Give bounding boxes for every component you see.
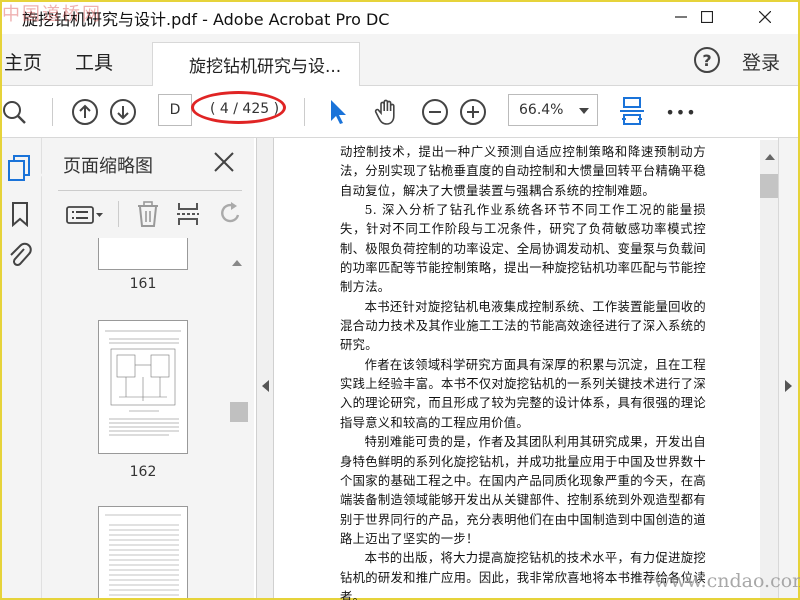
- extract-page-button[interactable]: [176, 201, 200, 231]
- close-panel-button[interactable]: [212, 150, 236, 174]
- fit-page-icon: [620, 97, 644, 125]
- highlight-ellipse: [191, 91, 286, 124]
- document-text: 动控制技术，提出一种广义预测自适应控制策略和降速预制动方法，分别实现了钻桅垂直度…: [340, 143, 706, 600]
- close-icon: [759, 11, 771, 23]
- select-tool-button[interactable]: [326, 98, 350, 126]
- paragraph: 动控制技术，提出一种广义预测自适应控制策略和降速预制动方法，分别实现了钻桅垂直度…: [340, 145, 706, 198]
- watermark-logo: 中国道桥网: [2, 4, 102, 25]
- panel-scrollbar-thumb[interactable]: [230, 402, 248, 422]
- page-number-input[interactable]: D: [158, 94, 192, 126]
- page-thumbnail[interactable]: [98, 506, 188, 598]
- pages-icon: [8, 155, 30, 181]
- thumbnail-toolbar: [58, 190, 242, 234]
- document-scrollbar-thumb[interactable]: [760, 174, 778, 198]
- delete-page-button[interactable]: [136, 201, 160, 231]
- list-options-icon: [66, 206, 103, 224]
- page-preview-image: [105, 514, 181, 596]
- help-icon: ?: [702, 50, 712, 70]
- paragraph: 5. 深入分析了钻孔作业系统各环节不同工作工况的能量损失，针对不同工作阶段与工况…: [340, 203, 706, 295]
- panel-splitter[interactable]: [256, 138, 274, 598]
- hand-tool-button[interactable]: [372, 98, 402, 126]
- page-thumbnail-label: 162: [129, 464, 157, 480]
- zoom-select[interactable]: 66.4%: [508, 94, 598, 126]
- page-thumbnail[interactable]: [98, 320, 188, 454]
- thumbnails-panel: 页面缩略图 161 162: [42, 138, 254, 598]
- paragraph: 本书还针对旋挖钻机电液集成控制系统、工作装置能量回收的混合动力技术及其作业施工工…: [340, 299, 706, 353]
- document-scrollbar[interactable]: [760, 140, 780, 598]
- toolbar-divider: [304, 98, 305, 126]
- zoom-out-icon: [422, 99, 448, 125]
- arrow-down-circle-icon: [110, 99, 136, 125]
- thumbnails-title: 页面缩略图: [63, 156, 153, 177]
- arrow-up-circle-icon: [72, 99, 98, 125]
- zoom-out-button[interactable]: [420, 98, 450, 126]
- scroll-up-icon: [765, 154, 775, 160]
- zoom-in-button[interactable]: [458, 98, 488, 126]
- menu-bar: 主页 工具 旋挖钻机研究与设... ? 登录: [2, 34, 798, 86]
- search-icon: [3, 101, 26, 124]
- maximize-button[interactable]: [684, 2, 730, 32]
- fit-page-button[interactable]: [616, 94, 648, 130]
- document-tab-label: 旋挖钻机研究与设...: [189, 57, 342, 77]
- page-thumbnail-label: 161: [129, 276, 157, 292]
- expand-right-icon[interactable]: [785, 380, 792, 392]
- paragraph: 本书的出版，将大力提高旋挖钻机的技术水平，有力促进旋挖钻机的研发和推广应用。因此…: [340, 551, 706, 600]
- search-button[interactable]: [2, 98, 30, 126]
- zoom-value: 66.4%: [519, 102, 564, 118]
- hand-icon: [374, 99, 395, 125]
- watermark-url: www.cndao.com: [654, 570, 800, 592]
- page-split-icon: [177, 203, 199, 225]
- next-page-button[interactable]: [108, 98, 138, 126]
- menu-tools[interactable]: 工具: [75, 48, 113, 75]
- options-button[interactable]: [66, 205, 104, 229]
- chevron-down-icon: [579, 108, 589, 114]
- menu-home[interactable]: 主页: [4, 48, 42, 75]
- trash-icon: [138, 201, 158, 227]
- navigation-rail: [2, 138, 48, 598]
- prev-page-button[interactable]: [70, 98, 100, 126]
- bookmark-icon: [12, 202, 28, 227]
- attachments-button[interactable]: [6, 242, 34, 270]
- rotate-page-button[interactable]: [218, 201, 242, 231]
- login-link[interactable]: 登录: [742, 48, 780, 75]
- maximize-icon: [701, 11, 713, 23]
- close-window-button[interactable]: [742, 2, 788, 32]
- scroll-up-icon: [232, 260, 242, 266]
- paperclip-icon: [10, 242, 32, 267]
- paragraph: 作者在该领域科学研究方面具有深厚的积累与沉淀，且在工程实践上经验丰富。本书不仅对…: [340, 357, 706, 430]
- paragraph: 特别难能可贵的是，作者及其团队利用其研究成果，开发出自身特色鲜明的系列化旋挖钻机…: [340, 435, 706, 546]
- page-thumbnail[interactable]: [98, 238, 188, 270]
- page-thumbnails-button[interactable]: [6, 154, 34, 182]
- tool-divider: [118, 201, 119, 227]
- page-preview-image: [105, 330, 181, 436]
- panel-scrollbar[interactable]: [229, 258, 243, 598]
- toolbar: D ( 4 / 425 ) 66.4% •••: [2, 86, 798, 138]
- right-pane-handle[interactable]: [778, 138, 798, 598]
- bookmarks-button[interactable]: [6, 200, 34, 228]
- close-icon: [214, 152, 234, 172]
- more-tools-button[interactable]: •••: [665, 98, 696, 126]
- collapse-left-icon[interactable]: [262, 380, 269, 392]
- help-button[interactable]: ?: [694, 47, 720, 73]
- zoom-in-icon: [460, 99, 486, 125]
- document-tab[interactable]: 旋挖钻机研究与设...: [152, 42, 360, 86]
- toolbar-divider: [52, 98, 53, 126]
- cursor-arrow-icon: [331, 100, 346, 124]
- rotate-icon: [221, 202, 240, 223]
